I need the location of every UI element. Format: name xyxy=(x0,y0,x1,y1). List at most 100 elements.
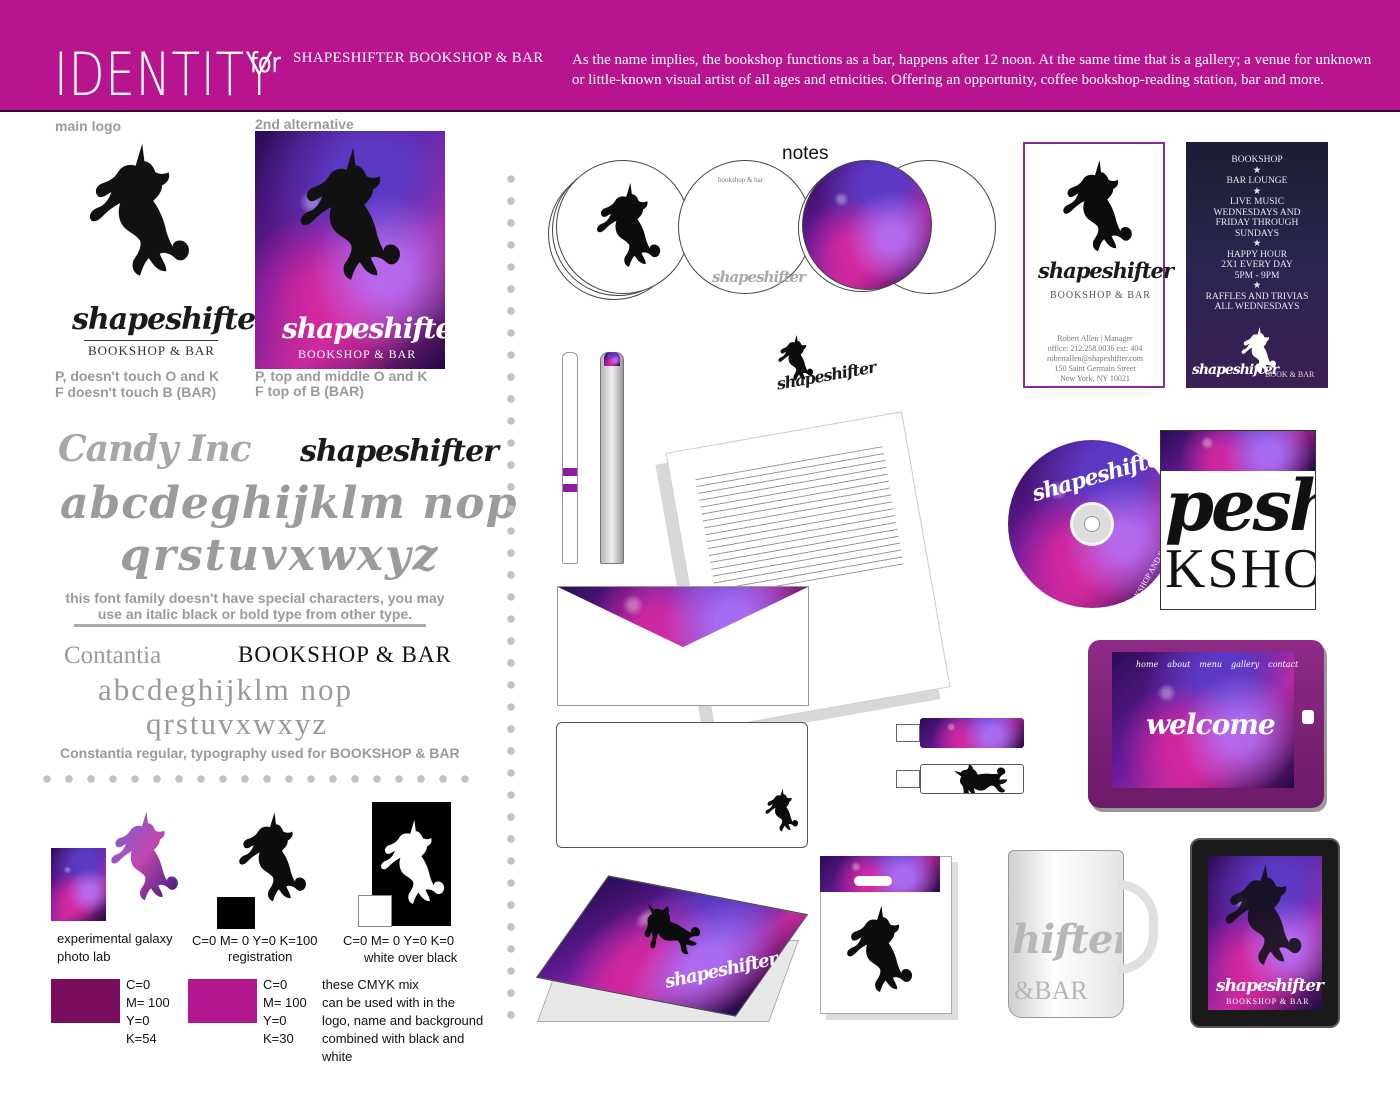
swatch-dark-magenta xyxy=(51,979,120,1023)
flyer-line: SUNDAYS xyxy=(1235,228,1279,239)
card-city: New York, NY 10021 xyxy=(1060,374,1130,383)
swatch2-m: M= 100 xyxy=(263,995,307,1010)
white-cmyk: C=0 M= 0 Y=0 K=0 xyxy=(343,933,455,948)
flyer-line: BAR LOUNGE xyxy=(1226,176,1288,186)
bag-handle-hole xyxy=(854,876,892,886)
card-name: Robert Allen | Manager xyxy=(1057,334,1133,343)
usb-unicorn-icon xyxy=(946,765,1013,793)
cmyk-note-1: these CMYK mix xyxy=(322,977,419,992)
tablet-nav-item[interactable]: home xyxy=(1136,660,1158,669)
tablet-nav-item[interactable]: contact xyxy=(1268,660,1298,669)
candy-alphabet-2: qrstuvxwxyz xyxy=(120,530,440,581)
font-divider xyxy=(74,624,426,627)
alt-logo-label: 2nd alternative xyxy=(255,116,354,132)
main-logo-label: main logo xyxy=(55,118,122,134)
tablet-welcome: welcome xyxy=(1146,708,1276,741)
tablet-nav-item[interactable]: menu xyxy=(1199,660,1222,669)
registration-label: registration xyxy=(228,949,293,964)
cmyk-note-3: logo, name and background xyxy=(322,1013,484,1028)
galaxy-label-1: experimental galaxy xyxy=(57,931,173,946)
candy-brand-sample: shapeshifter xyxy=(300,434,499,469)
flyer-line: 5PM - 9PM xyxy=(1234,270,1280,281)
letter-body xyxy=(695,446,904,598)
constantia-alphabet-1: abcdeghijklm nop xyxy=(98,672,353,707)
swatch1-c: C=0 xyxy=(126,977,151,992)
constantia-brand-sample: BOOKSHOP & BAR xyxy=(238,642,452,667)
card-wordmark: shapeshifter xyxy=(1038,258,1174,283)
alt-logo-wordmark: shapeshifter xyxy=(282,312,467,345)
page-title: IDENTITY xyxy=(54,40,275,110)
flyer-line: ★ xyxy=(1252,165,1262,176)
pen-stripe-2 xyxy=(563,484,577,492)
galaxy-label-2: photo lab xyxy=(57,949,111,964)
swatch2-k: K=30 xyxy=(263,1031,294,1046)
candy-font-name: Candy Inc xyxy=(58,428,252,470)
tablet-sub: BOOKSHOP & BAR xyxy=(1226,997,1310,1006)
constantia-font-note: Constantia regular, typography used for … xyxy=(60,745,460,761)
flyer-footer: BOOK & BAR xyxy=(1265,370,1315,379)
bag-unicorn-icon xyxy=(847,905,913,993)
main-logo-sub: BOOKSHOP & BAR xyxy=(88,343,215,358)
tablet-nav-item[interactable]: gallery xyxy=(1231,660,1259,669)
box-big-text-1: pesh xyxy=(1165,464,1315,547)
book-unicorn-icon xyxy=(628,896,707,966)
cmyk-note-2: can be used with in the xyxy=(322,995,455,1010)
card-unicorn-icon xyxy=(1063,160,1132,252)
swatch1-k: K=54 xyxy=(126,1031,157,1046)
flyer-line: WEDNESDAYS AND xyxy=(1213,207,1301,218)
flyer-line: HAPPY HOUR xyxy=(1226,249,1288,260)
coaster-text: bookshop & bar xyxy=(718,176,764,184)
mug-handle xyxy=(1118,880,1158,974)
constantia-alphabet-2: qrstuvxwxyz xyxy=(146,706,329,741)
pen-stripe-1 xyxy=(563,468,577,476)
coaster-unicorn-icon xyxy=(597,182,661,267)
swatch2-c: C=0 xyxy=(263,977,288,992)
notes-label: notes xyxy=(782,143,829,164)
main-logo-note-2: F doesn't touch B (BAR) xyxy=(55,384,217,400)
tablet-home-button xyxy=(1302,710,1314,724)
flyer-line: LIVE MUSIC xyxy=(1229,197,1285,207)
card-contact: Robert Allen | Manager office: 212.258.0… xyxy=(1031,334,1159,384)
usb-connector-1 xyxy=(896,724,920,742)
pen-white xyxy=(562,352,578,564)
brand-title: SHAPESHIFTER BOOKSHOP & BAR xyxy=(293,50,544,66)
flyer-line: ★ xyxy=(1252,186,1262,197)
logo-divider xyxy=(84,340,218,341)
constantia-font-name: Contantia xyxy=(64,642,162,669)
usb-drive-white xyxy=(920,764,1024,794)
dotted-divider-vertical xyxy=(506,168,516,1030)
unicorn-logo-icon xyxy=(300,147,400,280)
box-big-text-2: KSHO xyxy=(1165,538,1316,600)
usb-connector-2 xyxy=(896,770,920,788)
flyer-line: RAFFLES AND TRIVIAS xyxy=(1205,291,1309,302)
tablet-unicorn-icon xyxy=(1225,864,1302,965)
pen-clip xyxy=(604,352,620,366)
alt-logo-sub: BOOKSHOP & BAR xyxy=(298,347,417,361)
flyer-line: ★ xyxy=(1252,281,1262,291)
tablet-nav-item[interactable]: about xyxy=(1167,660,1190,669)
flyer-line: ★ xyxy=(1252,239,1262,249)
brand-description: As the name implies, the bookshop functi… xyxy=(572,52,1372,88)
main-logo-wordmark: shapeshifter xyxy=(72,302,271,337)
cmyk-note-5: white xyxy=(322,1049,353,1064)
flyer-text: BOOKSHOP ★ BAR LOUNGE ★ LIVE MUSIC WEDNESDAYS… xyxy=(1190,155,1324,313)
swatch-magenta xyxy=(188,979,257,1023)
coaster-galaxy xyxy=(802,160,932,290)
title-for: for xyxy=(250,46,281,79)
galaxy-photo-swatch xyxy=(51,848,106,921)
card-sub: BOOKSHOP & BAR xyxy=(1050,290,1151,301)
candy-font-note: this font family doesn't have special ch… xyxy=(65,590,445,622)
swatch1-y: Y=0 xyxy=(126,1013,150,1028)
unicorn-logo-icon xyxy=(89,143,189,276)
tablet-nav: home about menu gallery contact xyxy=(1136,660,1298,669)
coaster-wordmark: shapeshifter xyxy=(712,268,806,286)
candy-alphabet-1: abcdeghijklm nop xyxy=(60,478,518,529)
swatch2-y: Y=0 xyxy=(263,1013,287,1028)
usb-drive-galaxy xyxy=(920,718,1024,748)
cd-hole xyxy=(1084,516,1100,532)
flyer-line: ALL WEDNESDAYS xyxy=(1214,302,1300,312)
card-office: office: 212.258.0036 ext: 404 xyxy=(1047,344,1143,353)
bag-band xyxy=(820,856,940,892)
card-email: robertallen@shapeshifter.com xyxy=(1047,354,1143,363)
packaging-box: pesh KSHO xyxy=(1160,430,1316,610)
